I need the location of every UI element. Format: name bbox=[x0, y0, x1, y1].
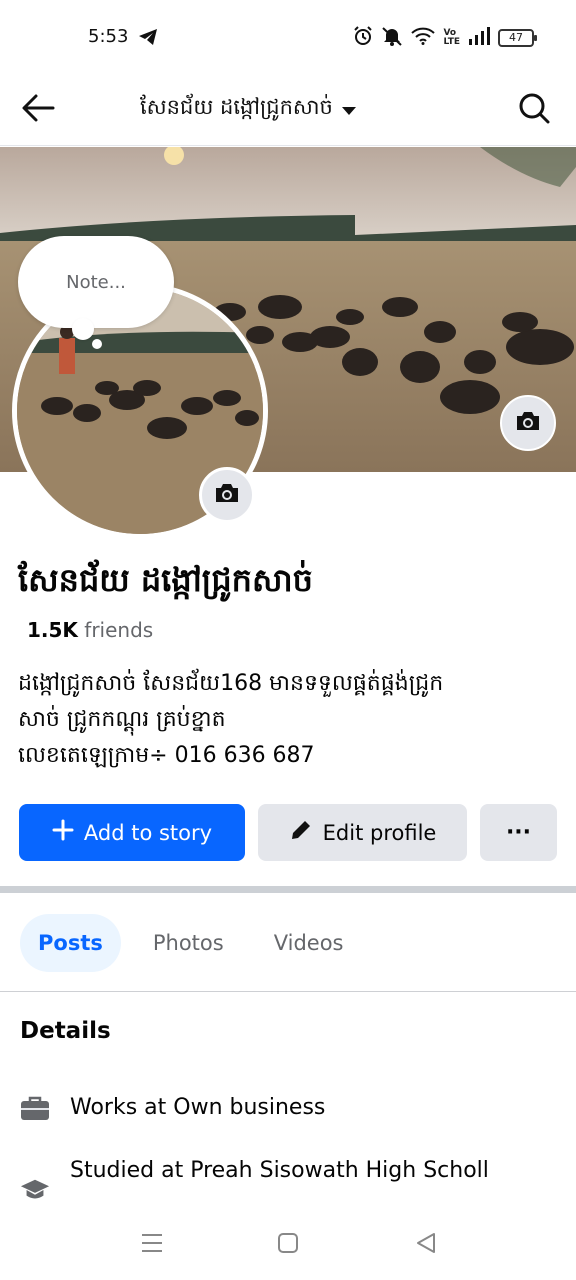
plus-icon bbox=[52, 819, 74, 846]
search-icon bbox=[518, 92, 550, 128]
bio-line: លេខតេឡេក្រាម÷ 016 636 687 bbox=[18, 743, 315, 768]
camera-icon bbox=[515, 410, 541, 436]
friends-label: friends bbox=[84, 618, 154, 642]
tab-posts[interactable]: Posts bbox=[20, 914, 121, 972]
section-divider bbox=[0, 886, 576, 893]
search-button[interactable] bbox=[512, 88, 556, 132]
tab-photos[interactable]: Photos bbox=[135, 914, 242, 972]
education-text-clip: Studied at Preah Sisowath High Scholl bbox=[70, 1156, 510, 1210]
note-bubble[interactable]: Note... bbox=[18, 236, 174, 328]
profile-bio: ដង្កៅជ្រូកសាច់ សែនជ័យ168 មានទទួលផ្គត់ផ្គ… bbox=[18, 666, 558, 774]
back-button[interactable] bbox=[18, 90, 58, 130]
add-to-story-button[interactable]: Add to story bbox=[19, 804, 245, 861]
alarm-icon bbox=[353, 26, 373, 50]
profile-tabs: Posts Photos Videos bbox=[20, 914, 362, 972]
home-nav-button[interactable] bbox=[275, 1232, 301, 1258]
note-bubble-tail bbox=[72, 318, 94, 340]
header-title-text: សែនជ័យ ដង្កៅជ្រូកសាច់ bbox=[140, 95, 333, 119]
graduation-cap-icon bbox=[20, 1175, 50, 1205]
header-title[interactable]: សែនជ័យ ដង្កៅជ្រូកសាច់ bbox=[140, 94, 357, 125]
bio-line: សាច់ ជ្រូកកណ្ដុរ គ្រប់ខ្នាត bbox=[18, 707, 226, 732]
back-triangle-icon bbox=[415, 1232, 437, 1258]
caret-down-icon bbox=[341, 98, 357, 122]
details-title: Details bbox=[20, 1018, 111, 1044]
volte-bottom: LTE bbox=[443, 37, 460, 47]
more-options-label: ··· bbox=[505, 820, 532, 845]
more-options-button[interactable]: ··· bbox=[480, 804, 557, 861]
wifi-icon bbox=[411, 27, 436, 49]
tabs-divider bbox=[0, 991, 576, 992]
menu-icon bbox=[141, 1233, 163, 1257]
detail-education bbox=[20, 1173, 50, 1205]
signal-icon bbox=[468, 27, 490, 49]
friends-number: 1.5K bbox=[27, 618, 78, 642]
briefcase-icon bbox=[20, 1093, 50, 1123]
work-text: Works at Own business bbox=[70, 1095, 326, 1120]
home-square-icon bbox=[277, 1232, 299, 1258]
telegram-icon bbox=[138, 28, 158, 50]
status-time: 5:53 bbox=[88, 26, 129, 47]
menu-nav-button[interactable] bbox=[139, 1232, 165, 1258]
app-header: សែនជ័យ ដង្កៅជ្រូកសាច់ bbox=[0, 76, 576, 146]
back-nav-button[interactable] bbox=[413, 1232, 439, 1258]
pencil-icon bbox=[289, 818, 313, 847]
note-bubble-tail-small bbox=[92, 339, 102, 349]
profile-name: សែនជ័យ ដង្កៅជ្រូកសាច់ bbox=[18, 561, 313, 599]
back-arrow-icon bbox=[21, 93, 55, 127]
tab-videos[interactable]: Videos bbox=[256, 914, 362, 972]
status-bar: 5:53 Vo LTE 47 bbox=[0, 0, 576, 76]
friends-count[interactable]: 1.5K friends bbox=[27, 618, 153, 642]
edit-profile-button[interactable]: Edit profile bbox=[258, 804, 467, 861]
camera-icon bbox=[214, 482, 240, 508]
edit-avatar-button[interactable] bbox=[199, 467, 255, 523]
add-to-story-label: Add to story bbox=[83, 820, 213, 845]
bio-line: ដង្កៅជ្រូកសាច់ សែនជ័យ168 មានទទួលផ្គត់ផ្គ… bbox=[18, 671, 444, 696]
edit-profile-label: Edit profile bbox=[322, 820, 437, 845]
system-nav-bar bbox=[0, 1210, 576, 1280]
mute-icon bbox=[381, 26, 403, 50]
volte-indicator: Vo LTE bbox=[443, 29, 460, 47]
battery-indicator: 47 bbox=[498, 29, 537, 47]
detail-work: Works at Own business bbox=[20, 1093, 490, 1123]
education-text: Studied at Preah Sisowath High Scholl bbox=[70, 1158, 489, 1183]
status-icons: Vo LTE 47 bbox=[353, 26, 537, 50]
note-placeholder: Note... bbox=[66, 271, 126, 293]
edit-cover-button[interactable] bbox=[500, 395, 556, 451]
